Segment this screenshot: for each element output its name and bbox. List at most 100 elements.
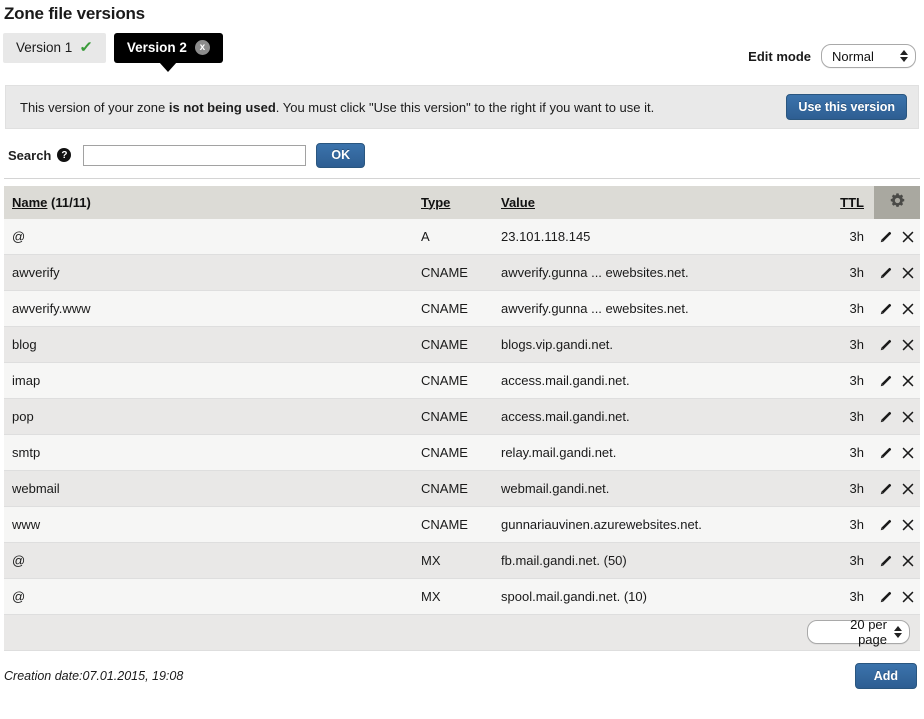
cell-ttl: 3h xyxy=(827,542,874,579)
close-x-icon[interactable] xyxy=(901,338,915,352)
pencil-icon[interactable] xyxy=(879,446,893,460)
cell-value: webmail.gandi.net. xyxy=(493,470,827,507)
cell-actions xyxy=(874,362,920,399)
cell-actions xyxy=(874,218,920,255)
edit-mode-group: Edit mode Normal xyxy=(748,44,916,68)
cell-type: CNAME xyxy=(413,506,493,543)
gear-icon[interactable] xyxy=(889,192,906,209)
close-x-icon[interactable] xyxy=(901,410,915,424)
cell-type: CNAME xyxy=(413,398,493,435)
help-icon[interactable]: ? xyxy=(57,148,72,163)
cell-type: CNAME xyxy=(413,326,493,363)
cell-value: access.mail.gandi.net. xyxy=(493,362,827,399)
cell-value: 23.101.118.145 xyxy=(493,218,827,255)
table-row: awverify CNAME awverify.gunna ... ewebsite… xyxy=(4,254,920,291)
tab-pointer xyxy=(159,62,178,72)
alert-text-before: This version of your zone xyxy=(20,99,169,115)
close-x-icon[interactable] xyxy=(901,554,915,568)
cell-name: awverify.www xyxy=(4,290,413,327)
cell-ttl: 3h xyxy=(827,362,874,399)
help-glyph: ? xyxy=(61,149,68,161)
cell-type: MX xyxy=(413,578,493,615)
close-x-icon[interactable] xyxy=(901,230,915,244)
close-x-icon[interactable] xyxy=(901,590,915,604)
add-record-button[interactable]: Add xyxy=(854,662,917,689)
cell-ttl: 3h xyxy=(827,218,874,255)
table-row: smtp CNAME relay.mail.gandi.net. 3h xyxy=(4,434,920,471)
pencil-icon[interactable] xyxy=(879,410,893,424)
version-tabbar: Version 1 ✓ Version 2 x Edit mode Normal xyxy=(0,24,924,76)
column-header-type-link[interactable]: Type xyxy=(421,195,450,210)
column-header-type[interactable]: Type xyxy=(413,185,493,219)
column-header-name-link[interactable]: Name xyxy=(12,195,47,210)
cell-ttl: 3h xyxy=(827,470,874,507)
cell-value: gunnariauvinen.azurewebsites.net. xyxy=(493,506,827,543)
pagination-cell: 20 per page xyxy=(4,614,920,651)
pencil-icon[interactable] xyxy=(879,482,893,496)
use-this-version-button[interactable]: Use this version xyxy=(786,93,907,121)
close-x-icon[interactable] xyxy=(901,302,915,316)
per-page-value: 20 per page xyxy=(850,617,887,647)
close-x-icon[interactable] xyxy=(901,518,915,532)
pencil-icon[interactable] xyxy=(879,590,893,604)
record-count: (11/11) xyxy=(51,194,91,210)
close-x-icon[interactable] xyxy=(901,446,915,460)
cell-value: access.mail.gandi.net. xyxy=(493,398,827,435)
pencil-icon[interactable] xyxy=(879,554,893,568)
search-ok-button[interactable]: OK xyxy=(316,143,366,168)
close-circle-icon[interactable]: x xyxy=(194,40,210,55)
table-row: awverify.www CNAME awverify.gunna ... eweb… xyxy=(4,290,920,327)
table-row: @ A 23.101.118.145 3h xyxy=(4,218,920,255)
cell-type: CNAME xyxy=(413,434,493,471)
table-row: @ MX fb.mail.gandi.net. (50) 3h xyxy=(4,542,920,579)
cell-type: CNAME xyxy=(413,290,493,327)
tab-version-1[interactable]: Version 1 ✓ xyxy=(3,33,106,63)
table-row: webmail CNAME webmail.gandi.net. 3h xyxy=(4,470,920,507)
bottom-bar: Creation date:07.01.2015, 19:08 Add xyxy=(0,651,924,689)
column-header-settings[interactable] xyxy=(874,185,920,219)
cell-name: awverify xyxy=(4,254,413,291)
cell-actions xyxy=(874,326,920,363)
cell-type: A xyxy=(413,218,493,255)
table-row: www CNAME gunnariauvinen.azurewebsites.net… xyxy=(4,506,920,543)
column-header-name[interactable]: Name (11/11) xyxy=(4,185,413,219)
cell-ttl: 3h xyxy=(827,434,874,471)
cell-actions xyxy=(874,470,920,507)
table-row: pop CNAME access.mail.gandi.net. 3h xyxy=(4,398,920,435)
pencil-icon[interactable] xyxy=(879,230,893,244)
cell-ttl: 3h xyxy=(827,290,874,327)
version-tabs: Version 1 ✓ Version 2 x xyxy=(3,33,223,72)
pencil-icon[interactable] xyxy=(879,302,893,316)
pencil-icon[interactable] xyxy=(879,374,893,388)
pencil-icon[interactable] xyxy=(879,518,893,532)
cell-ttl: 3h xyxy=(827,254,874,291)
column-header-ttl-link[interactable]: TTL xyxy=(840,195,864,210)
close-x-icon[interactable] xyxy=(901,266,915,280)
pencil-icon[interactable] xyxy=(879,266,893,280)
check-icon: ✓ xyxy=(79,39,94,56)
creation-date: Creation date:07.01.2015, 19:08 xyxy=(4,668,184,683)
column-header-value-link[interactable]: Value xyxy=(501,195,535,210)
cell-name: @ xyxy=(4,542,413,579)
cell-name: webmail xyxy=(4,470,413,507)
table-body: @ A 23.101.118.145 3h awverify CNAME awverify.… xyxy=(4,218,920,615)
column-header-value[interactable]: Value xyxy=(493,185,827,219)
cell-name: blog xyxy=(4,326,413,363)
cell-value: fb.mail.gandi.net. (50) xyxy=(493,542,827,579)
version-not-used-alert: This version of your zone is not being u… xyxy=(5,85,919,129)
per-page-select[interactable]: 20 per page xyxy=(807,617,910,647)
cell-value: blogs.vip.gandi.net. xyxy=(493,326,827,363)
close-x-icon[interactable] xyxy=(901,374,915,388)
close-x-icon[interactable] xyxy=(901,482,915,496)
cell-actions xyxy=(874,506,920,543)
cell-actions xyxy=(874,578,920,615)
edit-mode-select[interactable]: Normal xyxy=(821,44,916,68)
column-header-ttl[interactable]: TTL xyxy=(827,185,874,219)
cell-name: imap xyxy=(4,362,413,399)
pencil-icon[interactable] xyxy=(879,338,893,352)
search-input[interactable] xyxy=(83,144,307,166)
cell-value: relay.mail.gandi.net. xyxy=(493,434,827,471)
tab-version-2[interactable]: Version 2 x xyxy=(113,33,223,72)
dns-records-table: Name (11/11) Type Value TTL @ A 23.101.118… xyxy=(4,185,920,651)
alert-message: This version of your zone is not being u… xyxy=(20,100,654,115)
